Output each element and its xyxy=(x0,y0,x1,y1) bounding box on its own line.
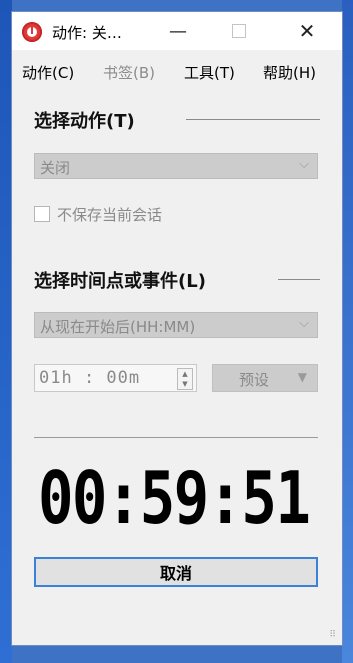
menu-help[interactable]: 帮助(H) xyxy=(263,62,316,83)
window-title: 动作: 关… xyxy=(52,24,122,42)
countdown-display: 00:59:51 xyxy=(38,456,311,540)
close-button[interactable]: ✕ xyxy=(278,12,336,50)
preset-label: 预设 xyxy=(239,371,270,389)
menu-bookmarks[interactable]: 书签(B) xyxy=(103,62,155,83)
preset-button[interactable]: 预设 ▼ xyxy=(212,364,318,392)
menu-tools[interactable]: 工具(T) xyxy=(184,62,235,83)
time-mode-dropdown[interactable]: 从现在开始后(HH:MM) ⌵ xyxy=(34,312,318,338)
time-section-line xyxy=(278,279,320,280)
time-spinner[interactable]: ▲ ▼ xyxy=(177,368,193,390)
menu-bar: 动作(C) 书签(B) 工具(T) 帮助(H) xyxy=(12,56,342,86)
divider xyxy=(34,437,318,438)
chevron-down-icon: ⌵ xyxy=(299,157,309,172)
action-section-title: 选择动作(T) xyxy=(34,111,135,132)
desktop-background-right xyxy=(342,0,353,663)
title-bar[interactable]: 动作: 关… — ✕ xyxy=(12,12,342,50)
action-dropdown-value: 关闭 xyxy=(40,159,71,177)
time-mode-value: 从现在开始后(HH:MM) xyxy=(40,318,196,336)
cancel-button[interactable]: 取消 xyxy=(34,557,318,587)
menu-action[interactable]: 动作(C) xyxy=(22,62,74,83)
no-save-session-label: 不保存当前会话 xyxy=(57,206,163,224)
action-dropdown[interactable]: 关闭 ⌵ xyxy=(34,153,318,179)
time-input[interactable]: 01h : 00m ▲ ▼ xyxy=(34,364,197,392)
app-window: 动作: 关… — ✕ 动作(C) 书签(B) 工具(T) 帮助(H) 选择动作(… xyxy=(12,12,342,645)
desktop-background-left xyxy=(0,0,12,663)
maximize-button[interactable] xyxy=(210,12,268,50)
no-save-session-checkbox[interactable] xyxy=(34,206,50,222)
minimize-button[interactable]: — xyxy=(149,12,207,50)
triangle-down-icon: ▼ xyxy=(297,370,307,384)
action-section-line xyxy=(186,119,320,120)
maximize-icon xyxy=(232,24,246,38)
power-icon xyxy=(22,22,42,42)
time-input-value: 01h : 00m xyxy=(39,368,141,388)
chevron-down-icon: ⌵ xyxy=(299,316,309,331)
time-section-title: 选择时间点或事件(L) xyxy=(34,271,206,292)
resize-grip-icon[interactable]: ⠿ xyxy=(329,630,336,640)
